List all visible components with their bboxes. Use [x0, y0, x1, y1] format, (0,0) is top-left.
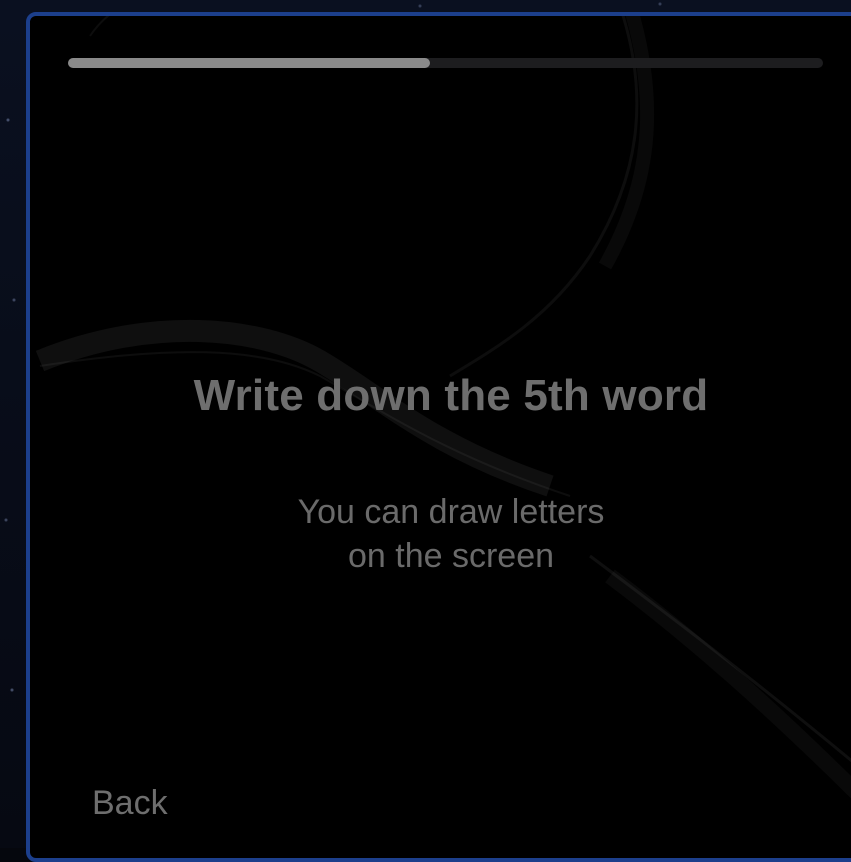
- prompt-hint-line-2: on the screen: [347, 537, 555, 575]
- wave-decoration: [35, 16, 851, 763]
- progress-bar: [68, 58, 823, 68]
- prompt-hint: You can draw letters on the screen: [30, 490, 851, 578]
- prompt-title: Write down the 5th word: [193, 371, 709, 420]
- back-button[interactable]: Back: [86, 780, 174, 827]
- dialog-panel: Write down the 5th word You can draw let…: [26, 12, 851, 862]
- prompt-hint-line-1: You can draw letters: [297, 493, 605, 531]
- progress-bar-fill: [68, 58, 431, 68]
